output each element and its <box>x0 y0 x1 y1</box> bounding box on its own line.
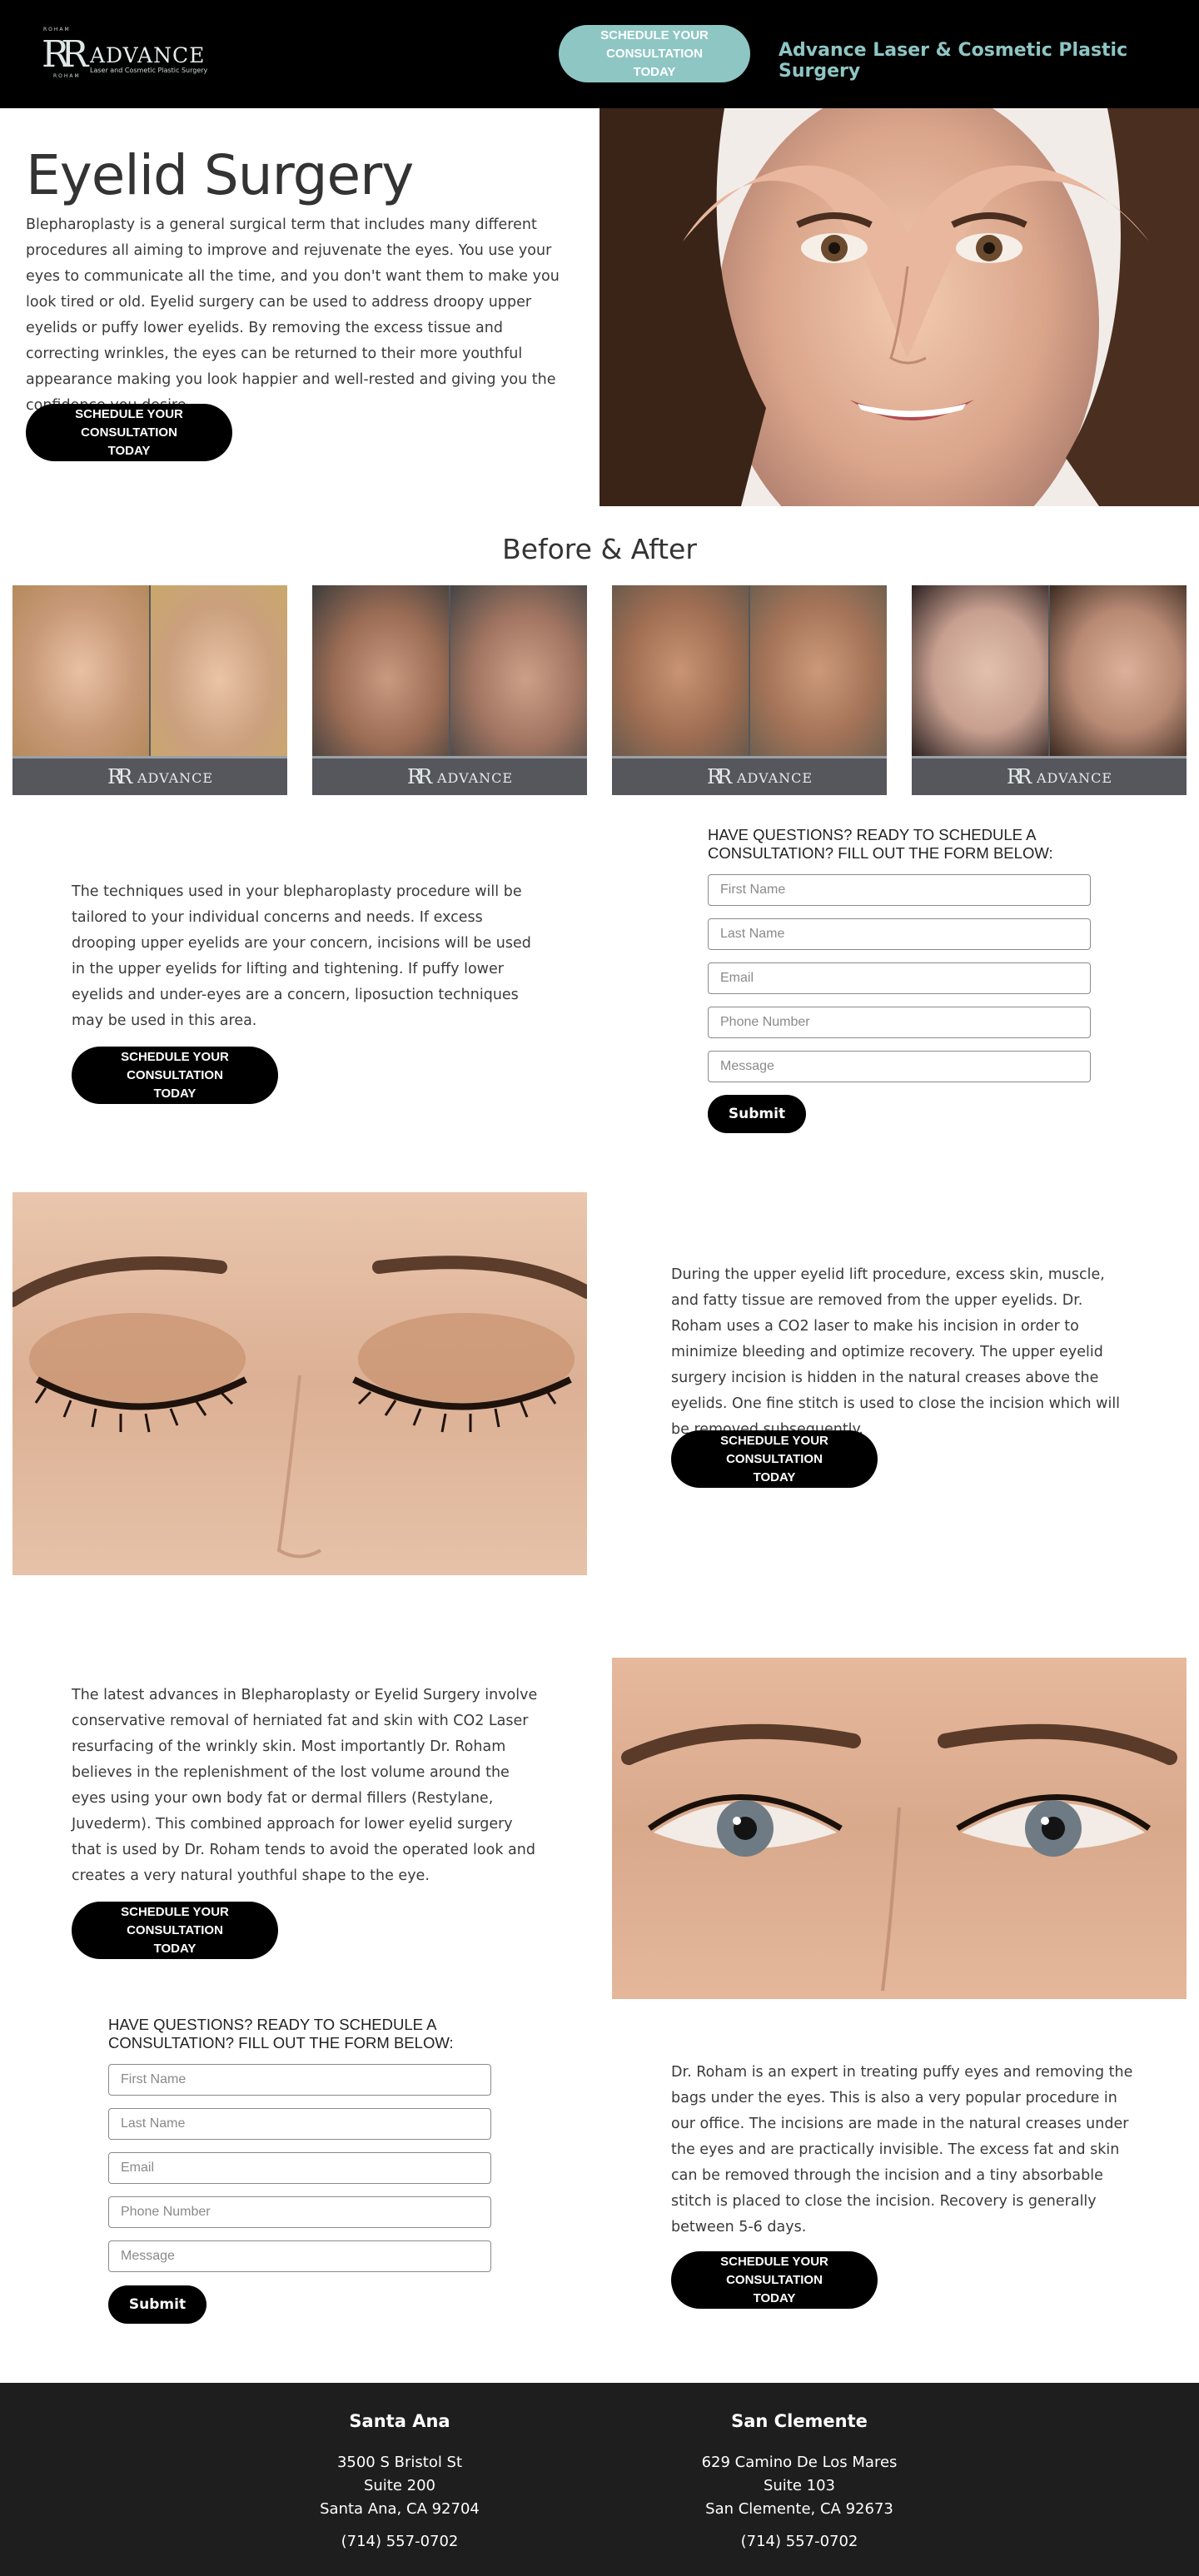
section-2-paragraph: During the upper eyelid lift procedure, … <box>671 1266 1121 1438</box>
form-1-phone-field[interactable]: Phone Number <box>708 1007 1091 1038</box>
after-photo <box>750 585 887 756</box>
card-brand: ADVANCE <box>1037 770 1113 786</box>
section-4-paragraph: Dr. Roham is an expert in treating puffy… <box>671 2064 1133 2235</box>
header-schedule-button[interactable]: SCHEDULE YOUR CONSULTATION TODAY <box>559 25 750 82</box>
location-san-clemente: San Clemente 629 Camino De Los Mares Sui… <box>633 2411 966 2550</box>
site-title[interactable]: Advance Laser & Cosmetic Plastic Surgery <box>779 40 1199 82</box>
form-1-first-name-field[interactable]: First Name <box>708 874 1091 906</box>
site-header: ROHAM RR ROHAM ADVANCE Laser and Cosmeti… <box>0 0 1199 108</box>
section-2-schedule-button[interactable]: SCHEDULE YOUR CONSULTATION TODAY <box>671 1430 878 1488</box>
before-after-card-3[interactable]: RR ADVANCE <box>612 585 887 795</box>
location-santa-ana: Santa Ana 3500 S Bristol St Suite 200 Sa… <box>233 2411 566 2550</box>
section-4-schedule-button[interactable]: SCHEDULE YOUR CONSULTATION TODAY <box>671 2251 878 2309</box>
location-name: Santa Ana <box>349 2411 450 2431</box>
before-photo <box>312 585 449 756</box>
form-2-submit-button[interactable]: Submit <box>108 2285 206 2324</box>
logo-wordmark: ADVANCE <box>90 43 206 67</box>
card-brand: ADVANCE <box>437 770 514 786</box>
form-1-title: HAVE QUESTIONS? READY TO SCHEDULE A CONS… <box>708 826 1053 862</box>
card-brand: ADVANCE <box>737 770 813 786</box>
card-monogram: RR <box>407 765 432 788</box>
address-line-3: Santa Ana, CA 92704 <box>320 2500 480 2518</box>
card-brand-band: RR ADVANCE <box>312 756 587 795</box>
after-photo <box>151 585 287 756</box>
logo-monogram: RR <box>42 33 88 76</box>
form-2-phone-field[interactable]: Phone Number <box>108 2196 491 2228</box>
page-title: Eyelid Surgery <box>26 143 414 207</box>
before-after-heading: Before & After <box>502 533 697 565</box>
phone-link[interactable]: (714) 557-0702 <box>633 2533 966 2550</box>
card-brand: ADVANCE <box>137 770 214 786</box>
section-3-schedule-button[interactable]: SCHEDULE YOUR CONSULTATION TODAY <box>72 1902 278 1959</box>
hero-section: Eyelid Surgery Blepharoplasty is a gener… <box>0 108 1199 506</box>
form-1-email-field[interactable]: Email <box>708 962 1091 994</box>
section-1-schedule-button[interactable]: SCHEDULE YOUR CONSULTATION TODAY <box>72 1047 278 1104</box>
location-name: San Clemente <box>731 2411 868 2431</box>
section-3-paragraph: The latest advances in Blepharoplasty or… <box>72 1687 538 1884</box>
brand-logo[interactable]: ROHAM RR ROHAM ADVANCE Laser and Cosmeti… <box>42 25 208 83</box>
form-2-last-name-field[interactable]: Last Name <box>108 2108 491 2140</box>
before-photo <box>612 585 749 756</box>
before-photo <box>12 585 149 756</box>
phone-link[interactable]: (714) 557-0702 <box>233 2533 566 2550</box>
open-eyes-image <box>612 1658 1187 1999</box>
logo-tiny-top: ROHAM <box>43 27 71 32</box>
logo-tiny-bottom: ROHAM <box>53 73 81 79</box>
closed-eyes-image <box>12 1192 587 1575</box>
card-brand-band: RR ADVANCE <box>912 756 1187 795</box>
card-monogram: RR <box>707 765 732 788</box>
card-brand-band: RR ADVANCE <box>612 756 887 795</box>
address-line-1: 3500 S Bristol St <box>336 2454 463 2471</box>
address-line-1: 629 Camino De Los Mares <box>701 2454 898 2471</box>
before-after-card-4[interactable]: RR ADVANCE <box>912 585 1187 795</box>
after-photo <box>1050 585 1187 756</box>
card-monogram: RR <box>107 765 132 788</box>
address-line-2: Suite 103 <box>763 2477 836 2494</box>
form-1-message-field[interactable]: Message <box>708 1051 1091 1082</box>
form-1-submit-button[interactable]: Submit <box>708 1095 806 1133</box>
form-2-first-name-field[interactable]: First Name <box>108 2064 491 2096</box>
hero-woman-heart-hands-image <box>600 108 1199 506</box>
form-2-message-field[interactable]: Message <box>108 2240 491 2272</box>
site-footer: Santa Ana 3500 S Bristol St Suite 200 Sa… <box>0 2383 1199 2576</box>
hero-paragraph: Blepharoplasty is a general surgical ter… <box>26 216 560 414</box>
after-photo <box>450 585 587 756</box>
form-2-email-field[interactable]: Email <box>108 2152 491 2184</box>
before-after-card-1[interactable]: RR ADVANCE <box>12 585 287 795</box>
form-1-last-name-field[interactable]: Last Name <box>708 918 1091 950</box>
form-2-title: HAVE QUESTIONS? READY TO SCHEDULE A CONS… <box>108 2016 454 2051</box>
section-1-paragraph: The techniques used in your blepharoplas… <box>72 883 531 1029</box>
address-line-3: San Clemente, CA 92673 <box>705 2500 893 2518</box>
before-photo <box>912 585 1048 756</box>
logo-tagline: Laser and Cosmetic Plastic Surgery <box>90 67 208 74</box>
card-monogram: RR <box>1007 765 1032 788</box>
hero-schedule-button[interactable]: SCHEDULE YOUR CONSULTATION TODAY <box>26 404 232 461</box>
card-brand-band: RR ADVANCE <box>12 756 287 795</box>
address-line-2: Suite 200 <box>363 2477 436 2494</box>
before-after-card-2[interactable]: RR ADVANCE <box>312 585 587 795</box>
